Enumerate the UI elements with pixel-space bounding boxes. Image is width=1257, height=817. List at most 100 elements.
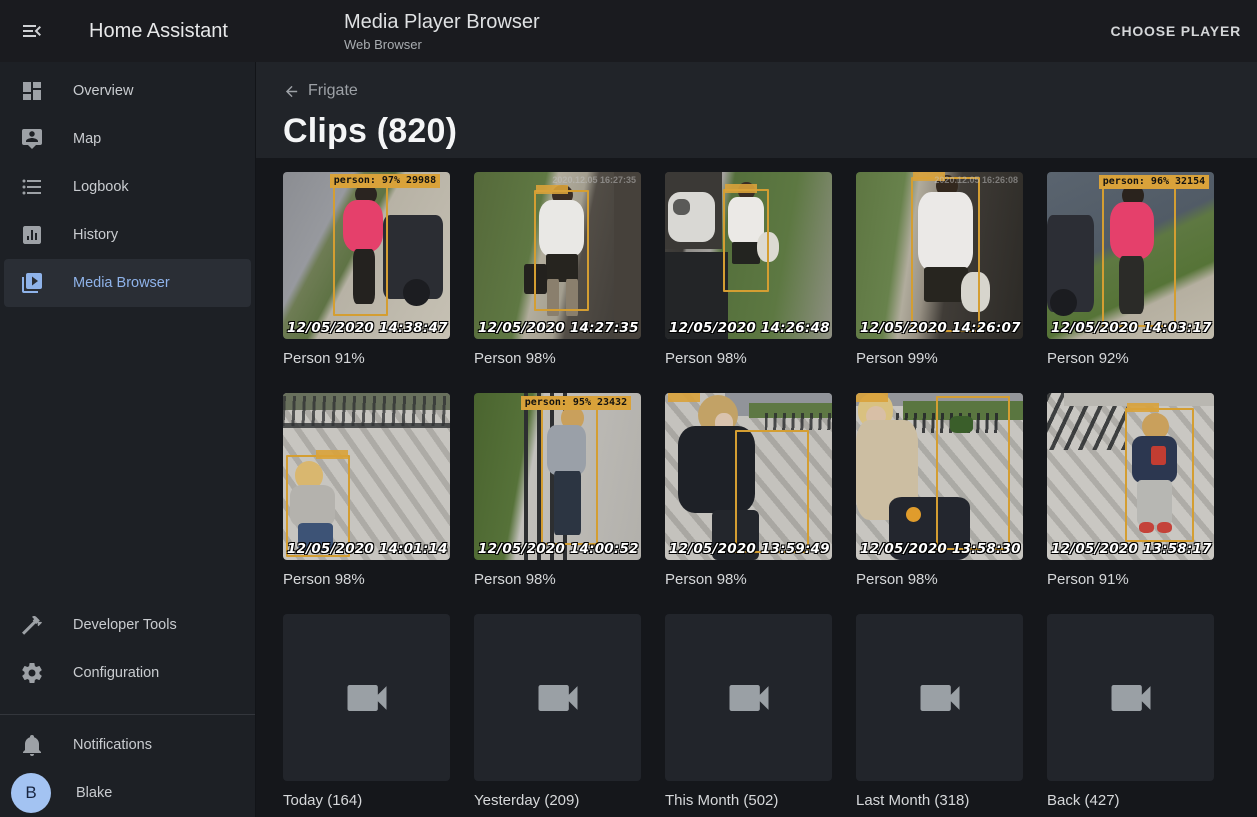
clip-thumbnail: 12/05/2020 13:58:17 [1047,393,1214,560]
arrow-left-icon [283,83,300,100]
detection-box [936,396,1009,550]
clip-item[interactable]: person: 97% 2998812/05/2020 14:38:47 Pers… [283,172,450,369]
detection-box [723,189,768,293]
clip-caption: Person 98% [283,569,450,590]
video-icon [723,672,775,724]
video-icon [914,672,966,724]
clip-item[interactable]: 2020.12.05 16:27:3512/05/2020 14:27:35Pe… [474,172,641,369]
clip-item[interactable]: 2020.12.05 16:26:0812/05/2020 14:26:07 Pe… [856,172,1023,369]
page-title: Clips (820) [283,112,1257,151]
sidebar-item-overview[interactable]: Overview [4,67,251,115]
detection-label-small [316,450,348,459]
bell-icon [20,733,44,757]
sidebar-main-items: Overview Map Logbook History Media Browser [0,67,255,307]
folder-item-last-month-318[interactable]: Last Month (318) [856,614,1023,811]
folder-caption: This Month (502) [665,790,832,811]
top-app-bar: Home Assistant Media Player Browser Web … [0,0,1257,62]
detection-box [333,185,388,315]
panel-subtitle: Web Browser [344,37,540,52]
video-icon [532,672,584,724]
poll-box-icon [20,223,44,247]
sidebar-item-label: Notifications [73,737,152,753]
clip-caption: Person 98% [665,569,832,590]
tooltip-account-icon [20,127,44,151]
folder-item-today-164[interactable]: Today (164) [283,614,450,811]
clip-caption: Person 91% [283,348,450,369]
sidebar-item-history[interactable]: History [4,211,251,259]
folder-tile [856,614,1023,781]
clip-timestamp-overlay: 12/05/2020 14:26:48 [669,320,830,336]
clip-timestamp-overlay: 12/05/2020 14:00:52 [478,541,639,557]
camera-corner-timestamp: 2020.12.05 16:27:35 [552,175,636,185]
clip-caption: Person 99% [856,348,1023,369]
scene-shape [765,413,832,430]
detection-box [1102,184,1175,328]
clip-item[interactable]: 12/05/2020 13:58:17 Person 91% [1047,393,1214,590]
sidebar-item-notifications[interactable]: Notifications [4,721,251,769]
clip-thumbnail: 12/05/2020 14:26:48 [665,172,832,339]
sidebar-item-developer-tools[interactable]: Developer Tools [4,601,251,649]
clip-item[interactable]: 12/05/2020 13:59:49 Person 98% [665,393,832,590]
media-player-header: Media Player Browser Web Browser [344,10,540,52]
clip-thumbnail: 12/05/2020 14:01:14 [283,393,450,560]
clip-thumbnail: 2020.12.05 16:26:0812/05/2020 14:26:07 [856,172,1023,339]
detection-label-small [856,393,888,402]
clip-timestamp-overlay: 12/05/2020 14:27:35 [478,320,639,336]
sidebar-item-label: History [73,227,118,243]
clip-item[interactable]: 12/05/2020 14:01:14 Person 98% [283,393,450,590]
clip-timestamp-overlay: 12/05/2020 13:58:30 [860,541,1021,557]
sidebar-item-label: Map [73,131,101,147]
user-name: Blake [76,785,112,801]
media-scroll-area[interactable]: person: 97% 2998812/05/2020 14:38:47 Pers… [256,158,1257,817]
clip-timestamp-overlay: 12/05/2020 13:58:17 [1051,541,1212,557]
clip-caption: Person 92% [1047,348,1214,369]
sidebar-item-media-browser[interactable]: Media Browser [4,259,251,307]
clip-thumbnail: person: 95% 23432 12/05/2020 14:00:52 [474,393,641,560]
folder-tile [283,614,450,781]
app-root: Home Assistant Media Player Browser Web … [0,0,1257,817]
clip-thumbnail: 2020.12.05 16:27:35 12/05/2020 14:27:35 [474,172,641,339]
format-list-bulleted-icon [20,175,44,199]
clip-caption: Person 91% [1047,569,1214,590]
folder-tile [474,614,641,781]
main-content: Frigate Clips (820) person: 97% 2998812/… [256,62,1257,817]
sidebar-item-label: Configuration [73,665,159,681]
clip-item[interactable]: person: 96% 3215412/05/2020 14:03:17Pers… [1047,172,1214,369]
sidebar-item-label: Developer Tools [73,617,177,633]
choose-player-button[interactable]: CHOOSE PLAYER [1111,23,1241,39]
sidebar-item-logbook[interactable]: Logbook [4,163,251,211]
clip-thumbnail: person: 97% 2998812/05/2020 14:38:47 [283,172,450,339]
detection-label-small [1127,403,1159,412]
clip-thumbnail: 12/05/2020 13:59:49 [665,393,832,560]
detection-label-small [668,393,700,402]
detection-label: person: 95% 23432 [521,396,631,410]
scene-shape [673,199,690,216]
breadcrumb[interactable]: Frigate [283,82,358,100]
clip-item[interactable]: person: 95% 2343212/05/2020 14:00:52Pers… [474,393,641,590]
folder-item-this-month-502[interactable]: This Month (502) [665,614,832,811]
clip-timestamp-overlay: 12/05/2020 14:26:07 [860,320,1021,336]
detection-box [541,406,598,545]
sidebar: Overview Map Logbook History Media Browser D… [0,62,256,817]
clip-item[interactable]: 12/05/2020 14:26:48Person 98% [665,172,832,369]
folder-caption: Today (164) [283,790,450,811]
folder-caption: Yesterday (209) [474,790,641,811]
sidebar-toggle-button[interactable] [20,19,44,43]
sidebar-item-user-profile[interactable]: B Blake [4,769,251,817]
clip-timestamp-overlay: 12/05/2020 14:01:14 [287,541,448,557]
scene-shape [283,396,450,426]
folder-caption: Last Month (318) [856,790,1023,811]
folder-item-back-427[interactable]: Back (427) [1047,614,1214,811]
sidebar-item-label: Logbook [73,179,129,195]
detection-label-small [725,184,757,193]
scene-shape [1050,289,1077,316]
clip-timestamp-overlay: 12/05/2020 14:03:17 [1051,320,1212,336]
clip-item[interactable]: 12/05/2020 13:58:30Person 98% [856,393,1023,590]
play-box-multiple-icon [20,271,44,295]
folder-item-yesterday-209[interactable]: Yesterday (209) [474,614,641,811]
sidebar-item-label: Media Browser [73,275,170,291]
sidebar-item-map[interactable]: Map [4,115,251,163]
sidebar-footer-items: Developer Tools Configuration [0,601,255,697]
sidebar-item-configuration[interactable]: Configuration [4,649,251,697]
sidebar-item-label: Overview [73,83,133,99]
